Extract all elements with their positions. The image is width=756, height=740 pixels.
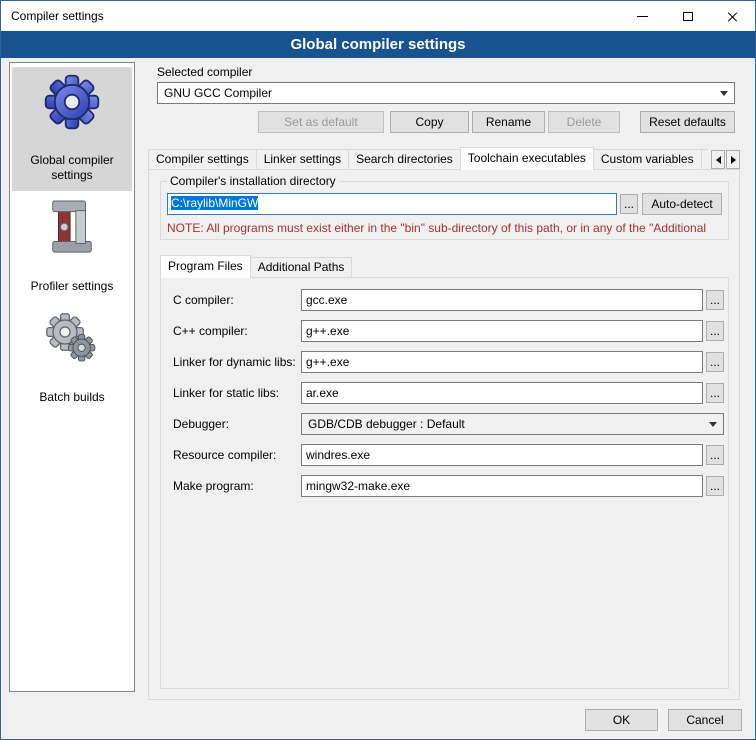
make-program-label: Make program: xyxy=(173,479,301,493)
form-row-static-linker: Linker for static libs: ... xyxy=(173,382,724,404)
programs-note: NOTE: All programs must exist either in … xyxy=(167,221,722,235)
triangle-right-icon xyxy=(731,156,736,164)
sidebar-item-label: Batch builds xyxy=(14,390,130,405)
dynamic-linker-input[interactable] xyxy=(301,351,703,373)
cpp-compiler-browse-button[interactable]: ... xyxy=(706,321,724,341)
installation-directory-group: Compiler's installation directory C:\ray… xyxy=(160,174,729,240)
compiler-settings-window: Compiler settings Global compiler settin… xyxy=(0,0,756,740)
tab-build-options[interactable]: Build options xyxy=(701,149,708,170)
selected-compiler-label: Selected compiler xyxy=(157,65,252,79)
maximize-button[interactable] xyxy=(665,1,710,31)
profiler-tool-icon xyxy=(45,199,99,257)
close-icon xyxy=(727,11,738,22)
selected-compiler-value: GNU GCC Compiler xyxy=(164,86,714,100)
close-button[interactable] xyxy=(710,1,755,31)
static-linker-input[interactable] xyxy=(301,382,703,404)
sidebar-item-batch-builds[interactable]: Batch builds xyxy=(12,304,132,413)
tab-search-directories[interactable]: Search directories xyxy=(348,149,461,170)
form-row-resource-compiler: Resource compiler: ... xyxy=(173,444,724,466)
tab-program-files[interactable]: Program Files xyxy=(160,255,251,278)
settings-category-list: Global compiler settings Profiler settin… xyxy=(9,62,135,692)
cancel-button[interactable]: Cancel xyxy=(668,709,742,731)
maximize-icon xyxy=(683,12,693,21)
installation-directory-group-title: Compiler's installation directory xyxy=(167,174,339,188)
installation-directory-row: C:\raylib\MinGW ... Auto-detect xyxy=(167,193,722,215)
program-files-page: C compiler: ... C++ compiler: ... Linker… xyxy=(160,277,729,689)
minimize-icon xyxy=(637,16,648,17)
c-compiler-browse-button[interactable]: ... xyxy=(706,290,724,310)
tab-toolchain-executables[interactable]: Toolchain executables xyxy=(460,147,594,170)
gray-gears-icon xyxy=(44,310,100,368)
dialog-body: Global compiler settings Profiler settin… xyxy=(1,58,755,739)
install-dir-input[interactable]: C:\raylib\MinGW xyxy=(167,193,617,215)
dynamic-linker-label: Linker for dynamic libs: xyxy=(173,355,301,369)
form-row-make-program: Make program: ... xyxy=(173,475,724,497)
settings-tabs: Compiler settings Linker settings Search… xyxy=(148,147,708,170)
static-linker-browse-button[interactable]: ... xyxy=(706,383,724,403)
set-as-default-button[interactable]: Set as default xyxy=(258,111,384,133)
install-dir-selected-text: C:\raylib\MinGW xyxy=(171,196,258,210)
chevron-down-icon xyxy=(709,422,717,427)
toolchain-executables-page: Compiler's installation directory C:\ray… xyxy=(148,169,740,700)
rename-button[interactable]: Rename xyxy=(472,111,545,133)
blue-gear-icon xyxy=(43,73,101,131)
main-panel: Selected compiler GNU GCC Compiler Set a… xyxy=(145,62,743,712)
selected-compiler-dropdown[interactable]: GNU GCC Compiler xyxy=(157,82,735,104)
reset-defaults-button[interactable]: Reset defaults xyxy=(640,111,735,133)
debugger-label: Debugger: xyxy=(173,417,301,431)
copy-button[interactable]: Copy xyxy=(390,111,469,133)
resource-compiler-label: Resource compiler: xyxy=(173,448,301,462)
titlebar: Compiler settings xyxy=(1,1,755,31)
form-row-cpp-compiler: C++ compiler: ... xyxy=(173,320,724,342)
dialog-header: Global compiler settings xyxy=(1,31,755,58)
sidebar-item-label: Profiler settings xyxy=(14,279,130,294)
form-row-c-compiler: C compiler: ... xyxy=(173,289,724,311)
auto-detect-button[interactable]: Auto-detect xyxy=(642,193,722,215)
c-compiler-input[interactable] xyxy=(301,289,703,311)
sidebar-item-label: Global compiler settings xyxy=(14,153,130,183)
caption-buttons xyxy=(620,1,755,31)
make-program-input[interactable] xyxy=(301,475,703,497)
tab-linker-settings[interactable]: Linker settings xyxy=(256,149,349,170)
resource-compiler-browse-button[interactable]: ... xyxy=(706,445,724,465)
minimize-button[interactable] xyxy=(620,1,665,31)
resource-compiler-input[interactable] xyxy=(301,444,703,466)
triangle-left-icon xyxy=(716,156,721,164)
c-compiler-label: C compiler: xyxy=(173,293,301,307)
form-row-debugger: Debugger: GDB/CDB debugger : Default xyxy=(173,413,724,435)
tab-scroll-right-button[interactable] xyxy=(726,150,740,169)
program-tabs: Program Files Additional Paths xyxy=(160,256,351,278)
make-program-browse-button[interactable]: ... xyxy=(706,476,724,496)
tab-scroll-left-button[interactable] xyxy=(711,150,725,169)
chevron-down-icon xyxy=(720,91,728,96)
sidebar-item-profiler-settings[interactable]: Profiler settings xyxy=(12,193,132,302)
ok-button[interactable]: OK xyxy=(585,709,658,731)
form-row-dynamic-linker: Linker for dynamic libs: ... xyxy=(173,351,724,373)
sidebar-item-global-compiler-settings[interactable]: Global compiler settings xyxy=(12,67,132,191)
cpp-compiler-input[interactable] xyxy=(301,320,703,342)
delete-button[interactable]: Delete xyxy=(548,111,620,133)
cpp-compiler-label: C++ compiler: xyxy=(173,324,301,338)
static-linker-label: Linker for static libs: xyxy=(173,386,301,400)
install-dir-browse-button[interactable]: ... xyxy=(620,194,638,214)
window-title: Compiler settings xyxy=(1,9,104,23)
dynamic-linker-browse-button[interactable]: ... xyxy=(706,352,724,372)
tab-custom-variables[interactable]: Custom variables xyxy=(593,149,702,170)
tab-compiler-settings[interactable]: Compiler settings xyxy=(148,149,257,170)
tab-additional-paths[interactable]: Additional Paths xyxy=(250,257,353,278)
debugger-value: GDB/CDB debugger : Default xyxy=(308,417,703,431)
debugger-select[interactable]: GDB/CDB debugger : Default xyxy=(301,413,724,435)
